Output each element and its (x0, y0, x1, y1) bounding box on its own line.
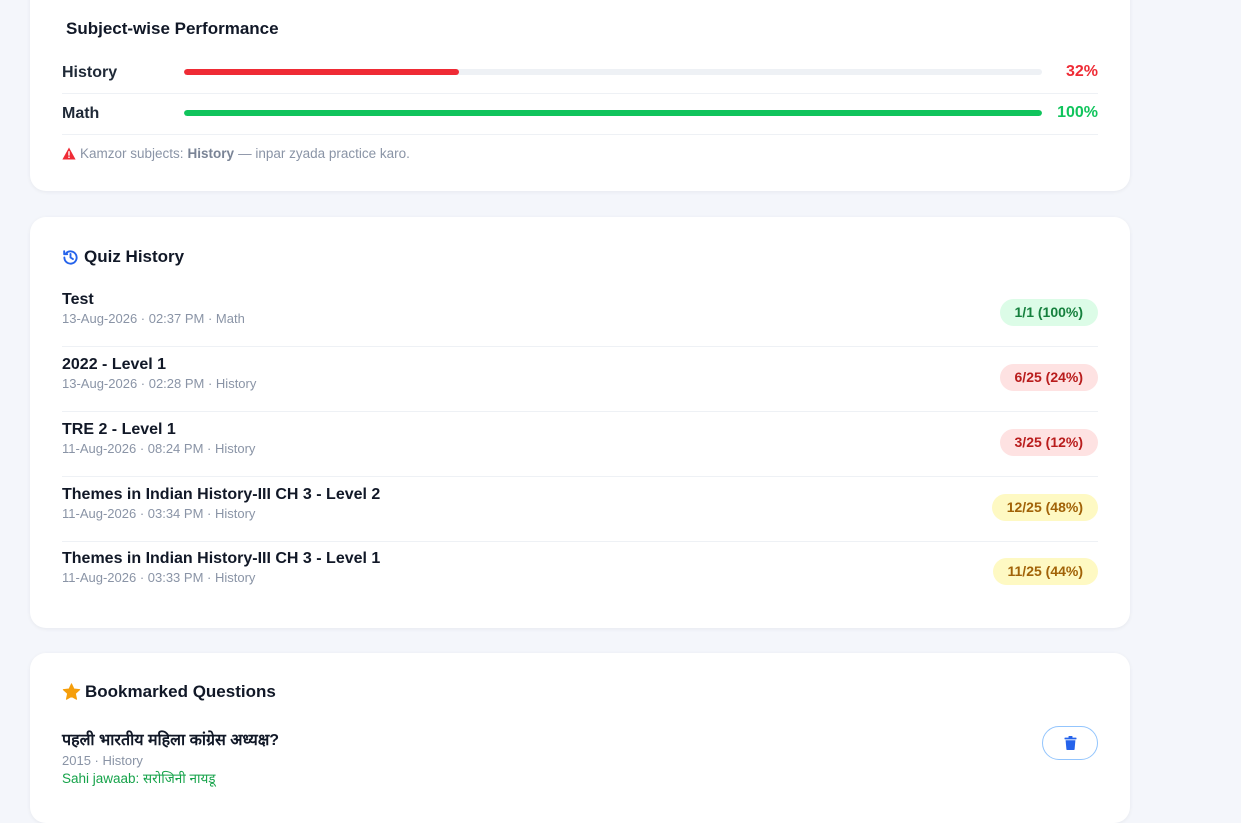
trash-icon (1064, 736, 1077, 750)
quiz-meta: 13-Aug-2026 · 02:28 PM · History (62, 376, 257, 391)
quiz-row[interactable]: 2022 - Level 1 13-Aug-2026 · 02:28 PM · … (62, 347, 1098, 412)
score-badge: 3/25 (12%) (999, 429, 1098, 456)
progress-track (184, 69, 1042, 75)
bookmarked-questions-card: Bookmarked Questions पहली भारतीय महिला क… (30, 653, 1130, 823)
weak-subject-list: History (187, 146, 235, 161)
remove-bookmark-button[interactable] (1042, 726, 1098, 760)
warning-triangle-icon (62, 147, 76, 160)
subject-performance-card: Subject-wise Performance History 32% Mat… (30, 0, 1130, 191)
quiz-name: Themes in Indian History-III CH 3 - Leve… (62, 486, 381, 503)
bookmark-answer: Sahi jawaab: सरोजिनी नायडू (62, 771, 216, 786)
performance-row-history: History 32% (62, 52, 1098, 94)
bookmarks-label: Bookmarked Questions (85, 682, 276, 701)
history-clock-icon (62, 249, 79, 266)
quiz-row[interactable]: Themes in Indian History-III CH 3 - Leve… (62, 541, 1098, 605)
quiz-meta: 11-Aug-2026 · 03:34 PM · History (62, 506, 256, 521)
performance-row-math: Math 100% (62, 93, 1098, 135)
weak-prefix: Kamzor subjects: (80, 146, 184, 161)
quiz-meta: 13-Aug-2026 · 02:37 PM · Math (62, 311, 245, 326)
progress-fill (184, 69, 459, 75)
score-badge: 11/25 (44%) (992, 558, 1098, 585)
quiz-meta: 11-Aug-2026 · 03:33 PM · History (62, 570, 256, 585)
score-badge: 6/25 (24%) (999, 364, 1098, 391)
quiz-name: Test (62, 291, 94, 308)
quiz-row[interactable]: Test 13-Aug-2026 · 02:37 PM · Math 1/1 (… (62, 282, 1098, 347)
quiz-meta: 11-Aug-2026 · 08:24 PM · History (62, 441, 256, 456)
subject-name: History (62, 64, 118, 81)
subject-percent: 32% (1065, 63, 1098, 80)
weak-suffix: — inpar zyada practice karo. (238, 146, 410, 161)
quiz-history-card: Quiz History Test 13-Aug-2026 · 02:37 PM… (30, 217, 1130, 628)
star-icon (62, 683, 81, 701)
quiz-history-title: Quiz History (62, 247, 184, 267)
bookmark-meta: 2015 · History (62, 753, 143, 768)
quiz-name: TRE 2 - Level 1 (62, 421, 176, 438)
bookmarks-title: Bookmarked Questions (62, 682, 276, 702)
weak-subjects-note: Kamzor subjects: History — inpar zyada p… (62, 146, 410, 161)
score-badge: 1/1 (100%) (999, 299, 1098, 326)
progress-track (184, 110, 1042, 116)
bookmark-question[interactable]: पहली भारतीय महिला कांग्रेस अध्यक्ष? (62, 728, 279, 750)
quiz-name: 2022 - Level 1 (62, 356, 167, 373)
subject-name: Math (62, 105, 100, 122)
performance-title: Subject-wise Performance (66, 19, 279, 38)
progress-fill (184, 110, 1042, 116)
subject-percent: 100% (1057, 104, 1098, 121)
score-badge: 12/25 (48%) (991, 494, 1098, 521)
quiz-history-label: Quiz History (84, 247, 185, 266)
quiz-row[interactable]: Themes in Indian History-III CH 3 - Leve… (62, 477, 1098, 542)
quiz-row[interactable]: TRE 2 - Level 1 11-Aug-2026 · 08:24 PM ·… (62, 412, 1098, 477)
quiz-name: Themes in Indian History-III CH 3 - Leve… (62, 550, 381, 567)
